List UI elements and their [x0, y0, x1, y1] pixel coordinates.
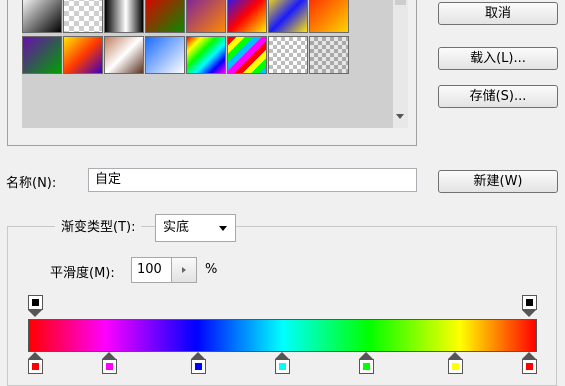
presets-scrollbar[interactable]: [392, 0, 408, 128]
gradient-type-value: 实底: [163, 220, 190, 235]
chevron-right-icon: [182, 267, 186, 273]
preset-swatch[interactable]: [22, 0, 62, 33]
opacity-stop-fill: [32, 299, 39, 306]
gradient-bar[interactable]: [28, 319, 537, 352]
color-stop-fill: [451, 363, 459, 370]
opacity-stop-pointer: [28, 310, 42, 317]
color-stop-fill: [362, 363, 370, 370]
save-button[interactable]: 存储(S)...: [438, 85, 558, 108]
color-stop-fill: [195, 363, 203, 370]
color-stop-fill: [279, 363, 286, 370]
preset-swatch-grid: [22, 0, 392, 128]
new-button[interactable]: 新建(W): [438, 170, 558, 193]
color-stop[interactable]: [447, 352, 463, 374]
smoothness-input[interactable]: 100: [131, 257, 171, 283]
opacity-stop[interactable]: [522, 295, 537, 317]
gradient-type-label: 渐变类型(T):: [55, 213, 142, 243]
color-stop[interactable]: [275, 352, 290, 374]
preset-swatch[interactable]: [104, 0, 144, 33]
gradient-presets-panel: [7, 0, 417, 146]
preset-swatch[interactable]: [145, 36, 185, 74]
color-stop[interactable]: [102, 352, 118, 374]
preset-swatch[interactable]: [309, 36, 349, 74]
smoothness-unit: %: [205, 262, 218, 277]
name-label: 名称(N):: [6, 176, 57, 191]
preset-swatch[interactable]: [268, 36, 308, 74]
opacity-stop-swatch: [28, 295, 43, 310]
color-stop-pointer: [275, 352, 289, 359]
color-stop-pointer: [102, 352, 117, 359]
opacity-stop-pointer: [522, 310, 536, 317]
gradient-type-select[interactable]: 实底: [155, 214, 236, 242]
preset-swatch[interactable]: [63, 36, 103, 74]
name-field[interactable]: 自定: [88, 168, 417, 192]
opacity-stop[interactable]: [28, 295, 43, 317]
preset-swatch[interactable]: [268, 0, 308, 33]
opacity-stop-fill: [526, 299, 533, 306]
color-stop[interactable]: [358, 352, 374, 374]
smoothness-label: 平滑度(M):: [50, 266, 115, 281]
load-button[interactable]: 载入(L)...: [438, 47, 558, 70]
preset-swatch[interactable]: [145, 0, 185, 33]
preset-swatch[interactable]: [104, 36, 144, 74]
color-stop[interactable]: [28, 352, 43, 374]
smoothness-stepper[interactable]: [171, 257, 197, 283]
scroll-down-arrow-icon[interactable]: [396, 114, 404, 119]
cancel-button[interactable]: 取消: [438, 2, 558, 25]
color-stop-pointer: [522, 352, 536, 359]
chevron-down-icon: [219, 226, 227, 231]
preset-swatch[interactable]: [186, 36, 226, 74]
color-stop-pointer: [358, 352, 373, 359]
color-stop[interactable]: [522, 352, 537, 374]
color-stop-fill: [106, 363, 114, 370]
color-stop-fill: [526, 363, 533, 370]
preset-swatch[interactable]: [22, 36, 62, 74]
color-stop-pointer: [191, 352, 206, 359]
color-stop[interactable]: [191, 352, 207, 374]
preset-swatch[interactable]: [227, 0, 267, 33]
color-stop-fill: [32, 363, 39, 370]
color-stop-pointer: [28, 352, 42, 359]
preset-swatch[interactable]: [63, 0, 103, 33]
preset-swatch[interactable]: [227, 36, 267, 74]
scrollbar-thumb[interactable]: [395, 0, 406, 5]
preset-swatch[interactable]: [186, 0, 226, 33]
color-stop-pointer: [447, 352, 462, 359]
preset-swatch[interactable]: [309, 0, 349, 33]
opacity-stop-swatch: [522, 295, 537, 310]
